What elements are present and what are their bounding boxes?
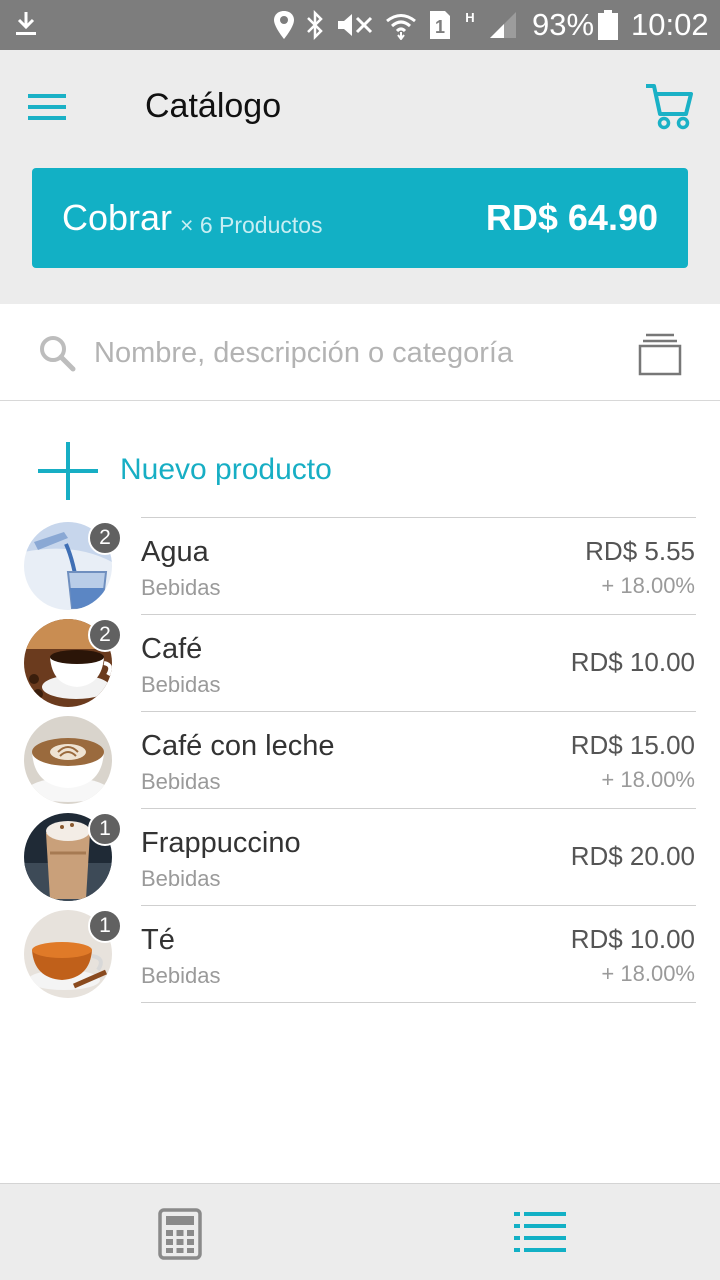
new-product-label: Nuevo producto — [120, 453, 332, 486]
product-list: 2 Agua Bebidas RD$ 5.55 + 18.00% 2 Café … — [0, 517, 720, 1003]
product-tax: + 18.00% — [601, 961, 695, 986]
page-title: Catálogo — [145, 87, 282, 125]
list-icon[interactable] — [514, 1210, 566, 1254]
menu-icon — [28, 94, 66, 98]
plus-icon — [38, 442, 98, 500]
svg-text:H: H — [465, 10, 474, 25]
quantity-badge: 1 — [88, 812, 122, 846]
status-bar: 1 H 93% 10:02 — [0, 0, 720, 50]
product-tax: + 18.00% — [601, 767, 695, 792]
sim-1-icon: 1 — [430, 11, 450, 39]
charge-label: Cobrar — [62, 197, 173, 238]
product-name: Té — [141, 924, 175, 956]
product-category: Bebidas — [141, 769, 221, 794]
product-row-agua[interactable]: 2 Agua Bebidas RD$ 5.55 + 18.00% — [0, 517, 720, 614]
signal-icon — [490, 12, 516, 38]
search-icon — [40, 336, 76, 372]
status-icons: 1 H — [272, 8, 518, 42]
battery-icon — [598, 10, 618, 40]
product-category: Bebidas — [141, 575, 221, 600]
cart-icon[interactable] — [644, 80, 694, 132]
h-network-icon: H — [465, 10, 474, 25]
clock: 10:02 — [631, 7, 709, 42]
product-category: Bebidas — [141, 866, 221, 891]
mute-icon — [338, 14, 373, 36]
product-price: RD$ 20.00 — [570, 841, 695, 871]
product-row-cafe-con-leche[interactable]: Café con leche Bebidas RD$ 15.00 + 18.00… — [0, 711, 720, 808]
product-image-latte — [24, 716, 112, 804]
categories-icon[interactable] — [636, 330, 684, 378]
quantity-badge: 2 — [88, 521, 122, 555]
quantity-badge: 1 — [88, 909, 122, 943]
search-bar — [0, 304, 720, 401]
divider — [141, 517, 696, 518]
product-price: RD$ 5.55 — [585, 536, 695, 566]
divider — [141, 808, 696, 809]
product-price: RD$ 15.00 — [570, 730, 695, 760]
download-icon — [16, 12, 36, 35]
product-name: Frappuccino — [141, 827, 301, 859]
divider — [141, 1002, 696, 1003]
bluetooth-icon — [307, 10, 323, 40]
location-icon — [274, 11, 294, 39]
product-category: Bebidas — [141, 963, 221, 988]
bottom-navigation — [0, 1183, 720, 1280]
new-product-button[interactable]: Nuevo producto — [0, 430, 720, 514]
quantity-badge: 2 — [88, 618, 122, 652]
calculator-icon[interactable] — [158, 1208, 202, 1260]
search-input[interactable] — [94, 330, 614, 376]
divider — [141, 711, 696, 712]
product-row-frappuccino[interactable]: 1 Frappuccino Bebidas RD$ 20.00 — [0, 808, 720, 905]
menu-button[interactable] — [28, 92, 68, 122]
product-category: Bebidas — [141, 672, 221, 697]
battery-percent: 93% — [532, 7, 595, 42]
product-name: Café con leche — [141, 730, 335, 762]
product-price: RD$ 10.00 — [570, 924, 695, 954]
product-price: RD$ 10.00 — [570, 647, 695, 677]
charge-product-count: × 6 Productos — [180, 212, 323, 238]
charge-total: RD$ 64.90 — [485, 197, 658, 238]
product-name: Agua — [141, 536, 209, 568]
wifi-icon — [386, 14, 416, 40]
product-tax: + 18.00% — [601, 573, 695, 598]
product-name: Café — [141, 633, 203, 665]
divider — [141, 614, 696, 615]
product-row-cafe[interactable]: 2 Café Bebidas RD$ 10.00 — [0, 614, 720, 711]
svg-text:1: 1 — [435, 17, 445, 37]
app-header: Catálogo Cobrar × 6 Productos RD$ 64.90 — [0, 50, 720, 304]
product-row-te[interactable]: 1 Té Bebidas RD$ 10.00 + 18.00% — [0, 905, 720, 1002]
divider — [141, 905, 696, 906]
charge-button[interactable]: Cobrar × 6 Productos RD$ 64.90 — [32, 168, 688, 268]
